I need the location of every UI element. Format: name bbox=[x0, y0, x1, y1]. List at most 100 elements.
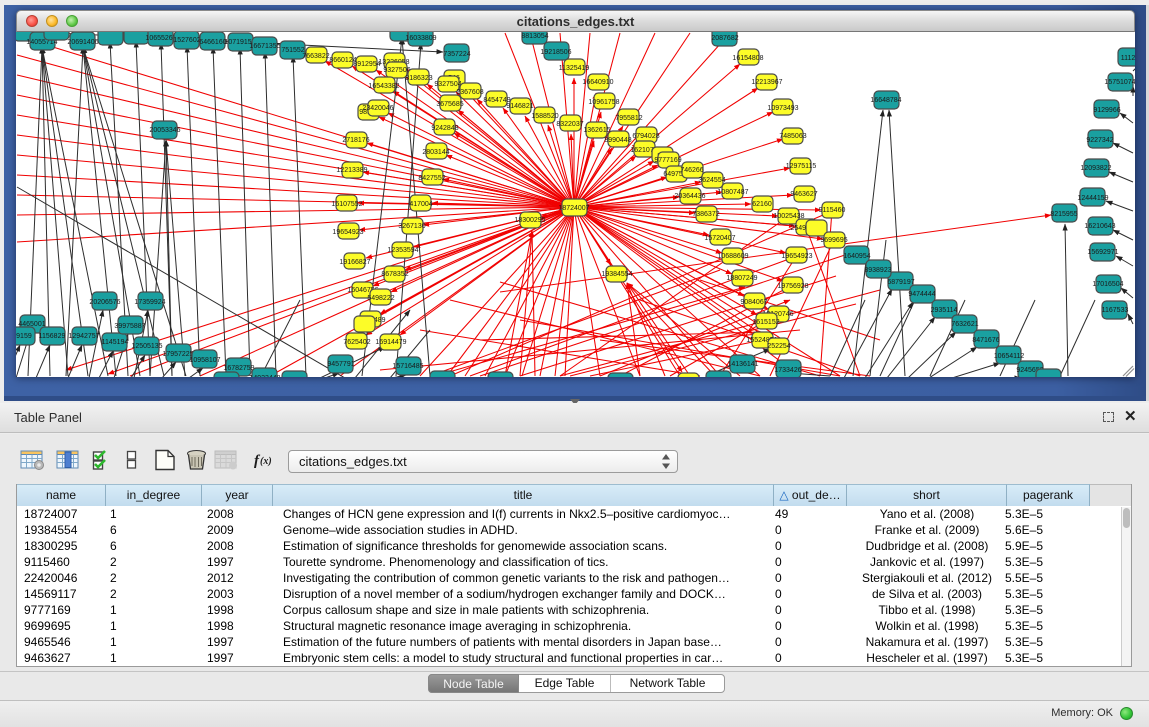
svg-text:1362615: 1362615 bbox=[583, 127, 610, 134]
svg-text:12213967: 12213967 bbox=[751, 79, 782, 86]
svg-text:9699695: 9699695 bbox=[820, 237, 847, 244]
svg-text:9327504: 9327504 bbox=[434, 81, 461, 88]
svg-text:11123: 11123 bbox=[1121, 55, 1135, 62]
svg-text:9084067: 9084067 bbox=[740, 299, 767, 306]
svg-text:8427552: 8427552 bbox=[418, 175, 445, 182]
svg-text:7357224: 7357224 bbox=[443, 51, 470, 58]
svg-text:9227342: 9227342 bbox=[1086, 137, 1113, 144]
svg-text:10958107: 10958107 bbox=[189, 357, 220, 364]
svg-text:16640910: 16640910 bbox=[582, 79, 613, 86]
svg-text:8938923: 8938923 bbox=[864, 267, 891, 274]
svg-text:8186323: 8186323 bbox=[405, 75, 432, 82]
svg-text:746266: 746266 bbox=[680, 167, 703, 174]
svg-text:39159: 39159 bbox=[16, 333, 32, 340]
svg-text:10654112: 10654112 bbox=[994, 353, 1025, 360]
svg-text:10688609: 10688609 bbox=[717, 253, 748, 260]
svg-text:8912954: 8912954 bbox=[353, 61, 380, 68]
svg-text:15692971: 15692971 bbox=[1087, 249, 1118, 256]
svg-text:9463627: 9463627 bbox=[790, 191, 817, 198]
svg-text:16543382: 16543382 bbox=[368, 83, 399, 90]
svg-text:8471676: 8471676 bbox=[972, 337, 999, 344]
svg-text:9474444: 9474444 bbox=[908, 291, 935, 298]
svg-text:19756928: 19756928 bbox=[777, 283, 808, 290]
svg-text:16033809: 16033809 bbox=[405, 35, 436, 42]
svg-text:20691406: 20691406 bbox=[67, 39, 98, 46]
svg-text:17359924: 17359924 bbox=[134, 299, 165, 306]
svg-text:1527602: 1527602 bbox=[173, 37, 200, 44]
svg-text:1640954: 1640954 bbox=[843, 253, 870, 260]
svg-text:1615152: 1615152 bbox=[752, 319, 779, 326]
svg-text:12942757: 12942757 bbox=[68, 333, 99, 340]
svg-text:2803144: 2803144 bbox=[422, 149, 449, 156]
svg-text:2935114: 2935114 bbox=[931, 307, 958, 314]
svg-text:9242848: 9242848 bbox=[431, 125, 458, 132]
svg-text:8678352: 8678352 bbox=[381, 271, 408, 278]
svg-text:16782759: 16782759 bbox=[223, 365, 254, 372]
svg-text:(x): (x) bbox=[260, 456, 272, 467]
svg-text:20364436: 20364436 bbox=[674, 193, 705, 200]
svg-text:18300295: 18300295 bbox=[514, 217, 545, 224]
svg-text:2718176: 2718176 bbox=[342, 137, 369, 144]
svg-text:19384554: 19384554 bbox=[601, 271, 632, 278]
svg-text:2087682: 2087682 bbox=[711, 35, 738, 42]
svg-text:16914479: 16914479 bbox=[375, 339, 406, 346]
svg-text:17016504: 17016504 bbox=[1092, 281, 1123, 288]
svg-text:6466160: 6466160 bbox=[199, 39, 226, 46]
svg-text:417004: 417004 bbox=[409, 201, 432, 208]
svg-text:12975115: 12975115 bbox=[786, 163, 817, 170]
svg-text:7632621: 7632621 bbox=[951, 321, 978, 328]
svg-text:12444159: 12444159 bbox=[1077, 195, 1108, 202]
svg-text:62160: 62160 bbox=[752, 201, 772, 208]
svg-text:1156829: 1156829 bbox=[39, 333, 66, 340]
svg-text:7955812: 7955812 bbox=[615, 115, 642, 122]
svg-text:9115460: 9115460 bbox=[819, 207, 846, 214]
svg-text:19166827: 19166827 bbox=[339, 259, 370, 266]
svg-text:16107552: 16107552 bbox=[331, 201, 362, 208]
svg-text:18807249: 18807249 bbox=[726, 275, 757, 282]
svg-text:14136141: 14136141 bbox=[727, 361, 758, 368]
svg-text:19654923: 19654923 bbox=[332, 229, 363, 236]
svg-text:8215955: 8215955 bbox=[1050, 211, 1077, 218]
svg-text:10961758: 10961758 bbox=[588, 99, 619, 106]
svg-text:19218506: 19218506 bbox=[540, 49, 571, 56]
svg-text:7625402: 7625402 bbox=[343, 339, 370, 346]
svg-text:7663822: 7663822 bbox=[302, 53, 329, 60]
svg-text:15751074: 15751074 bbox=[1104, 79, 1135, 86]
svg-text:8322037: 8322037 bbox=[556, 121, 583, 128]
svg-text:6879197: 6879197 bbox=[887, 279, 914, 286]
svg-text:3675685: 3675685 bbox=[436, 101, 463, 108]
svg-text:2367608: 2367608 bbox=[456, 89, 483, 96]
svg-text:12353594: 12353594 bbox=[387, 247, 418, 254]
svg-text:12213389: 12213389 bbox=[336, 167, 367, 174]
svg-text:9457791: 9457791 bbox=[327, 361, 354, 368]
svg-text:16648784: 16648784 bbox=[870, 97, 901, 104]
svg-text:14923448: 14923448 bbox=[249, 375, 280, 377]
svg-text:1145194: 1145194 bbox=[102, 339, 129, 346]
svg-text:16210643: 16210643 bbox=[1084, 223, 1115, 230]
svg-text:751552: 751552 bbox=[281, 47, 304, 54]
svg-text:3267130: 3267130 bbox=[398, 223, 425, 230]
svg-text:1588520: 1588520 bbox=[531, 113, 558, 120]
svg-text:1733426: 1733426 bbox=[774, 367, 801, 374]
svg-text:18724007: 18724007 bbox=[558, 205, 589, 212]
svg-text:9146821: 9146821 bbox=[506, 103, 533, 110]
svg-text:8813054: 8813054 bbox=[521, 33, 548, 40]
svg-text:7485063: 7485063 bbox=[779, 133, 806, 140]
svg-text:8990448: 8990448 bbox=[604, 137, 631, 144]
svg-text:23420046: 23420046 bbox=[362, 105, 393, 112]
svg-text:15720407: 15720407 bbox=[704, 235, 735, 242]
svg-text:10973493: 10973493 bbox=[767, 105, 798, 112]
svg-text:15716485: 15716485 bbox=[392, 363, 423, 370]
svg-text:7386372: 7386372 bbox=[692, 211, 719, 218]
svg-text:9327506: 9327506 bbox=[383, 67, 410, 74]
svg-text:9129966: 9129966 bbox=[1093, 107, 1120, 114]
svg-text:1167533: 1167533 bbox=[1102, 307, 1129, 314]
svg-text:16671355: 16671355 bbox=[249, 43, 280, 50]
svg-text:16154808: 16154808 bbox=[732, 55, 763, 62]
svg-text:12505135: 12505135 bbox=[131, 343, 162, 350]
svg-text:5498222: 5498222 bbox=[367, 295, 394, 302]
svg-text:12093822: 12093822 bbox=[1080, 165, 1111, 172]
svg-text:10807487: 10807487 bbox=[717, 189, 748, 196]
svg-text:39975887: 39975887 bbox=[114, 323, 145, 330]
svg-text:3624554: 3624554 bbox=[698, 177, 725, 184]
